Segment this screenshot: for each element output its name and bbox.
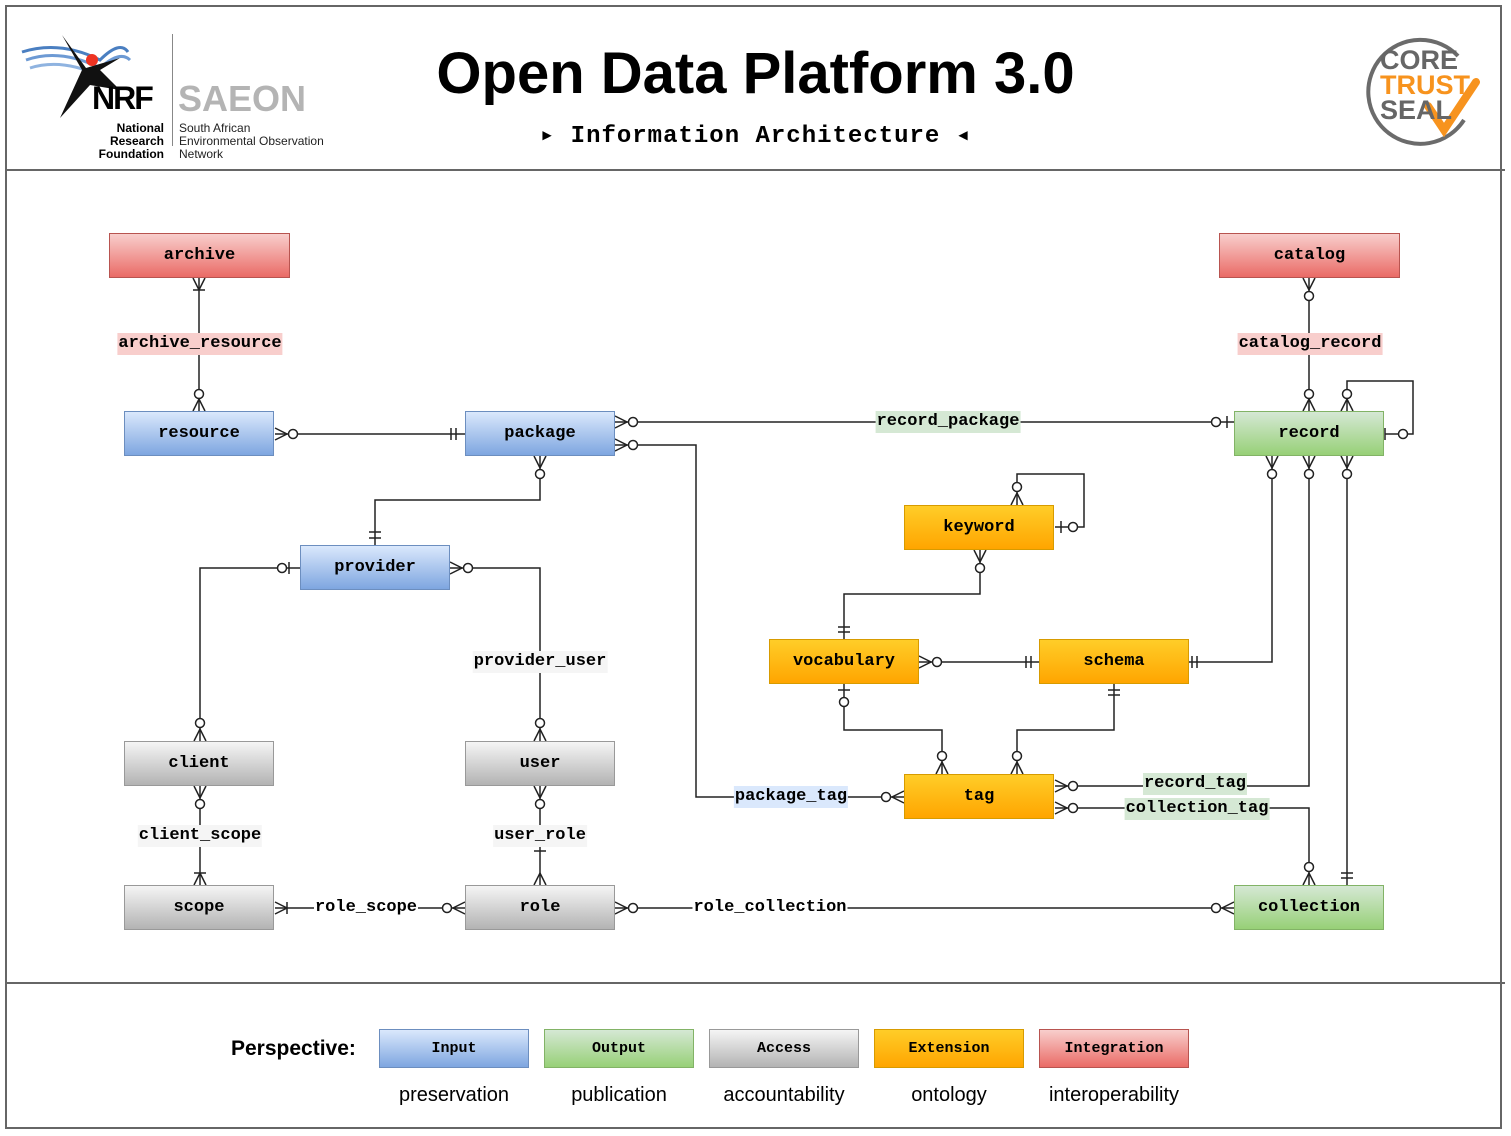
legend-integration: Integration bbox=[1039, 1029, 1189, 1068]
edge-schema-record bbox=[1189, 456, 1273, 663]
entity-role[interactable]: role bbox=[465, 885, 615, 930]
rel-user-role: user_role bbox=[493, 825, 587, 847]
rel-role-scope: role_scope bbox=[313, 897, 419, 919]
edge-vocabulary-tag bbox=[843, 684, 943, 774]
rel-catalog-record: catalog_record bbox=[1237, 333, 1383, 355]
rel-package-tag: package_tag bbox=[733, 786, 849, 808]
rel-record-tag: record_tag bbox=[1142, 773, 1248, 795]
entity-scope[interactable]: scope bbox=[124, 885, 274, 930]
legend-extension: Extension bbox=[874, 1029, 1024, 1068]
rel-collection-tag: collection_tag bbox=[1124, 798, 1270, 820]
legend-desc-access: accountability bbox=[723, 1084, 845, 1106]
rel-provider-user: provider_user bbox=[472, 651, 608, 673]
legend-desc-output: publication bbox=[571, 1084, 667, 1106]
rel-archive-resource: archive_resource bbox=[117, 333, 283, 355]
entity-tag[interactable]: tag bbox=[904, 774, 1054, 819]
entity-provider[interactable]: provider bbox=[300, 545, 450, 590]
entity-record[interactable]: record bbox=[1234, 411, 1384, 456]
entity-schema[interactable]: schema bbox=[1039, 639, 1189, 684]
edge-package-tag bbox=[615, 444, 904, 798]
relationship-lines bbox=[192, 277, 1414, 915]
entity-keyword[interactable]: keyword bbox=[904, 505, 1054, 550]
legend-desc-integration: interoperability bbox=[1048, 1084, 1180, 1106]
edge-keyword-vocabulary bbox=[843, 550, 981, 639]
diagram-frame: NRF National Research Foundation SAEON S… bbox=[0, 0, 1511, 1136]
legend-label: Perspective: bbox=[231, 1037, 356, 1060]
entity-user[interactable]: user bbox=[465, 741, 615, 786]
entity-resource[interactable]: resource bbox=[124, 411, 274, 456]
entity-package[interactable]: package bbox=[465, 411, 615, 456]
edge-package-provider bbox=[374, 456, 541, 545]
rel-record-package: record_package bbox=[875, 411, 1021, 433]
entity-archive[interactable]: archive bbox=[109, 233, 290, 278]
entity-collection[interactable]: collection bbox=[1234, 885, 1384, 930]
edge-schema-tag bbox=[1016, 684, 1115, 774]
legend-access: Access bbox=[709, 1029, 859, 1068]
legend-input: Input bbox=[379, 1029, 529, 1068]
edge-provider-client bbox=[199, 567, 300, 741]
entity-vocabulary[interactable]: vocabulary bbox=[769, 639, 919, 684]
rel-client-scope: client_scope bbox=[137, 825, 263, 847]
entity-catalog[interactable]: catalog bbox=[1219, 233, 1400, 278]
legend-desc-input: preservation bbox=[398, 1084, 510, 1106]
rel-role-collection: role_collection bbox=[692, 897, 848, 919]
edge-tag-record bbox=[1055, 456, 1310, 787]
legend-output: Output bbox=[544, 1029, 694, 1068]
legend-desc-extension: ontology bbox=[911, 1084, 987, 1106]
entity-client[interactable]: client bbox=[124, 741, 274, 786]
